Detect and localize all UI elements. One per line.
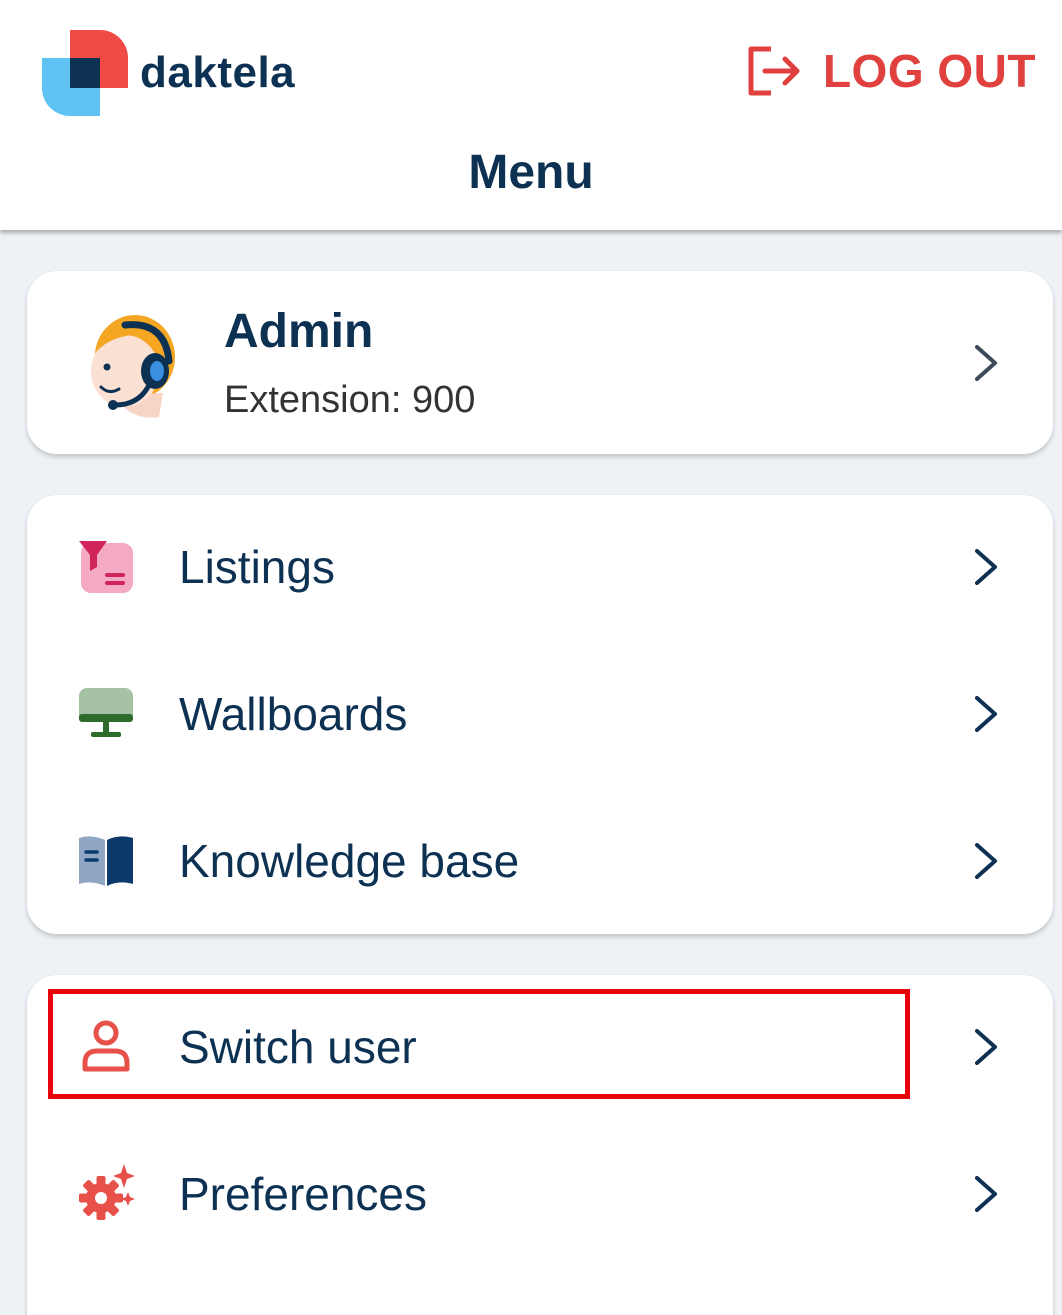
menu-group-primary: Listings Wallboards Knowledge base [27,495,1053,934]
profile-extension: Extension: 900 [224,379,476,421]
menu-item-knowledge-base[interactable]: Knowledge base [27,789,1053,929]
logout-button[interactable]: LOG OUT [745,44,1036,98]
menu-item-switch-user[interactable]: Switch user [27,975,1053,1115]
chevron-right-icon [975,345,997,381]
daktela-logo [42,30,128,116]
profile-card[interactable]: Admin Extension: 900 [27,271,1053,454]
menu-item-label: Switch user [179,1021,417,1073]
profile-name: Admin [224,305,374,358]
menu-item-wallboards[interactable]: Wallboards [27,642,1053,782]
logout-icon [748,46,800,96]
menu-item-label: Knowledge base [179,835,520,887]
book-icon [79,836,133,886]
menu-item-listings[interactable]: Listings [27,495,1053,635]
wallboard-monitor-icon [79,688,133,737]
agent-avatar-icon [91,315,175,418]
app-header: daktela LOG OUT Menu [0,0,1062,230]
chevron-right-icon [975,549,997,585]
brand-name: daktela [140,48,296,97]
gear-sparkle-icon [79,1164,135,1220]
page-title: Menu [468,146,594,199]
menu-item-label: Preferences [179,1168,428,1220]
user-icon [82,1020,130,1072]
chevron-right-icon [975,696,997,732]
menu-item-preferences[interactable]: Preferences [27,1122,1053,1262]
menu-item-label: Listings [179,541,335,593]
menu-item-label: Wallboards [179,688,408,740]
chevron-right-icon [975,1029,997,1065]
chevron-right-icon [975,1176,997,1212]
chevron-right-icon [975,843,997,879]
menu-group-account: Switch user Preferences [27,975,1053,1315]
logout-label: LOG OUT [822,45,1036,97]
listings-icon [79,541,133,593]
